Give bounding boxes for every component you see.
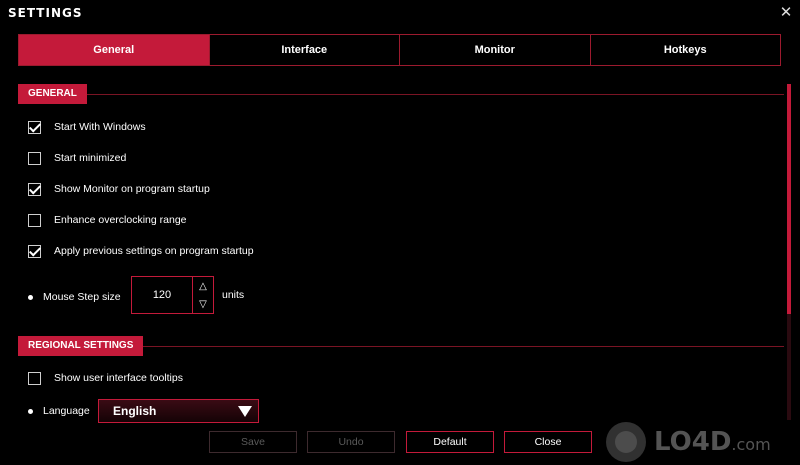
save-button[interactable]: Save xyxy=(209,431,297,453)
watermark-logo: LO4D.com xyxy=(606,422,771,462)
globe-icon xyxy=(606,422,646,462)
close-button[interactable]: Close xyxy=(504,431,592,453)
option-label: Start With Windows xyxy=(54,121,146,133)
tab-monitor[interactable]: Monitor xyxy=(399,35,590,65)
option-apply-previous-settings[interactable]: Apply previous settings on program start… xyxy=(28,242,254,260)
option-label: Show user interface tooltips xyxy=(54,372,183,384)
watermark-suffix: .com xyxy=(731,435,771,454)
general-section-title: GENERAL xyxy=(18,84,87,104)
option-label: Show Monitor on program startup xyxy=(54,183,210,195)
bullet-icon xyxy=(28,294,33,300)
mouse-step-units: units xyxy=(222,289,245,301)
regional-section-title: REGIONAL SETTINGS xyxy=(18,336,144,356)
decrement-arrow-icon[interactable]: ▽ xyxy=(193,295,213,313)
settings-panel: GENERAL Start With Windows Start minimiz… xyxy=(18,84,784,424)
general-section-header: GENERAL xyxy=(18,84,784,104)
option-label: Start minimized xyxy=(54,152,127,164)
watermark-text: LO4D.com xyxy=(654,427,771,457)
option-start-with-windows[interactable]: Start With Windows xyxy=(28,118,146,136)
language-row: Language xyxy=(28,402,90,420)
tab-interface[interactable]: Interface xyxy=(208,35,399,65)
checkbox[interactable] xyxy=(28,371,41,385)
checkbox[interactable] xyxy=(28,182,41,196)
dropdown-arrow-icon[interactable] xyxy=(238,405,252,417)
mouse-step-stepper[interactable]: 120 △ ▽ xyxy=(131,276,214,314)
option-show-monitor[interactable]: Show Monitor on program startup xyxy=(28,180,210,198)
default-button[interactable]: Default xyxy=(406,431,494,453)
scrollbar-thumb[interactable] xyxy=(787,84,791,314)
option-label: Enhance overclocking range xyxy=(54,214,187,226)
tab-general[interactable]: General xyxy=(19,35,209,65)
mouse-step-label: Mouse Step size xyxy=(43,291,121,303)
option-enhance-overclocking[interactable]: Enhance overclocking range xyxy=(28,211,187,229)
tab-hotkeys[interactable]: Hotkeys xyxy=(589,35,780,65)
watermark-brand: LO4D xyxy=(654,427,732,457)
stepper-arrows: △ ▽ xyxy=(193,277,213,313)
increment-arrow-icon[interactable]: △ xyxy=(193,277,213,295)
regional-section-header: REGIONAL SETTINGS xyxy=(18,336,784,356)
tab-bar: General Interface Monitor Hotkeys xyxy=(18,34,781,66)
mouse-step-value[interactable]: 120 xyxy=(132,277,193,313)
section-divider xyxy=(86,93,784,95)
checkbox[interactable] xyxy=(28,244,41,258)
bullet-icon xyxy=(28,408,33,414)
title-bar: SETTINGS ✕ xyxy=(0,0,800,28)
checkbox[interactable] xyxy=(28,151,41,165)
language-select[interactable]: English xyxy=(98,399,259,423)
undo-button[interactable]: Undo xyxy=(307,431,395,453)
language-label: Language xyxy=(43,405,90,417)
mouse-step-row: Mouse Step size xyxy=(28,288,121,306)
option-show-tooltips[interactable]: Show user interface tooltips xyxy=(28,369,183,387)
option-label: Apply previous settings on program start… xyxy=(54,245,254,257)
language-value: English xyxy=(113,404,157,418)
option-start-minimized[interactable]: Start minimized xyxy=(28,149,126,167)
window-title: SETTINGS xyxy=(8,6,83,20)
checkbox[interactable] xyxy=(28,120,41,134)
close-icon[interactable]: ✕ xyxy=(777,3,795,21)
section-divider xyxy=(143,345,784,347)
checkbox[interactable] xyxy=(28,213,41,227)
